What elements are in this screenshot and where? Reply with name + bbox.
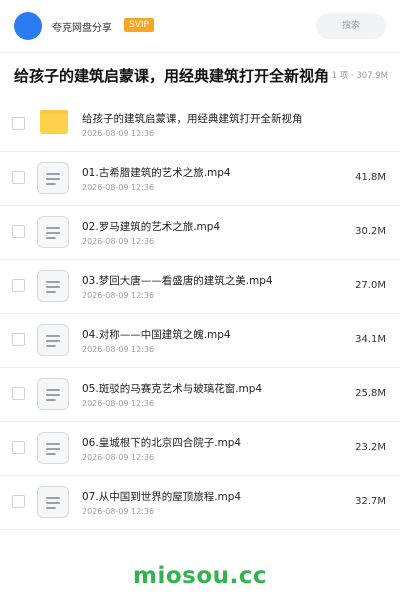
file-name: 02.罗马建筑的艺术之旅.mp4 [82, 221, 221, 233]
file-icon [37, 162, 69, 194]
row-checkbox[interactable] [12, 333, 25, 346]
username: 夸克网盘分享 [52, 23, 112, 34]
title-bar: 给孩子的建筑启蒙课，用经典建筑打开全新视角 11 项 · 307.9M [0, 52, 400, 99]
list-item[interactable]: 07.从中国到世界的屋顶旅程.mp4 2026-08-09 12:36 32.7… [0, 476, 400, 530]
file-date: 2026-08-09 12:36 [82, 237, 155, 246]
file-size: 32.7M [355, 496, 386, 507]
file-name: 04.对称——中国建筑之魄.mp4 [82, 329, 231, 341]
row-checkbox[interactable] [12, 171, 25, 184]
file-icon [37, 216, 69, 248]
file-icon [37, 486, 69, 518]
file-name: 03.梦回大唐——看盛唐的建筑之美.mp4 [82, 275, 273, 287]
file-size: 30.2M [355, 226, 386, 237]
file-size: 34.1M [355, 334, 386, 345]
file-date: 2026-08-09 12:36 [82, 183, 155, 192]
file-date: 2026-08-09 12:36 [82, 453, 155, 462]
file-name: 给孩子的建筑启蒙课，用经典建筑打开全新视角 [82, 113, 303, 125]
file-list: 给孩子的建筑启蒙课，用经典建筑打开全新视角 2026-08-09 12:36 0… [0, 98, 400, 530]
file-size: 41.8M [355, 172, 386, 183]
file-date: 2026-08-09 12:36 [82, 291, 155, 300]
item-summary: 11 项 · 307.9M [326, 71, 388, 81]
row-checkbox[interactable] [12, 117, 25, 130]
list-item[interactable]: 03.梦回大唐——看盛唐的建筑之美.mp4 2026-08-09 12:36 2… [0, 260, 400, 314]
file-size: 25.8M [355, 388, 386, 399]
file-name: 07.从中国到世界的屋顶旅程.mp4 [82, 491, 242, 503]
file-icon [37, 324, 69, 356]
file-name: 01.古希腊建筑的艺术之旅.mp4 [82, 167, 231, 179]
watermark: miosou.cc [132, 563, 268, 589]
list-item[interactable]: 给孩子的建筑启蒙课，用经典建筑打开全新视角 2026-08-09 12:36 [0, 98, 400, 152]
row-checkbox[interactable] [12, 387, 25, 400]
file-icon [37, 378, 69, 410]
file-date: 2026-08-09 12:36 [82, 129, 155, 138]
file-icon [37, 432, 69, 464]
list-item[interactable]: 06.皇城根下的北京四合院子.mp4 2026-08-09 12:36 23.2… [0, 422, 400, 476]
row-checkbox[interactable] [12, 225, 25, 238]
row-checkbox[interactable] [12, 279, 25, 292]
file-size: 27.0M [355, 280, 386, 291]
list-item[interactable]: 05.斑驳的马赛克艺术与玻璃花窗.mp4 2026-08-09 12:36 25… [0, 368, 400, 422]
search-input[interactable] [316, 13, 386, 39]
list-item[interactable]: 04.对称——中国建筑之魄.mp4 2026-08-09 12:36 34.1M [0, 314, 400, 368]
file-size: 23.2M [355, 442, 386, 453]
row-checkbox[interactable] [12, 495, 25, 508]
list-item[interactable]: 02.罗马建筑的艺术之旅.mp4 2026-08-09 12:36 30.2M [0, 206, 400, 260]
folder-icon [40, 110, 68, 134]
file-icon [37, 270, 69, 302]
vip-badge: SVIP [124, 18, 154, 32]
file-date: 2026-08-09 12:36 [82, 399, 155, 408]
file-name: 05.斑驳的马赛克艺术与玻璃花窗.mp4 [82, 383, 263, 395]
page-title: 给孩子的建筑启蒙课，用经典建筑打开全新视角 [14, 65, 332, 86]
avatar[interactable] [14, 12, 42, 40]
file-date: 2026-08-09 12:36 [82, 345, 155, 354]
row-checkbox[interactable] [12, 441, 25, 454]
file-name: 06.皇城根下的北京四合院子.mp4 [82, 437, 242, 449]
list-item[interactable]: 01.古希腊建筑的艺术之旅.mp4 2026-08-09 12:36 41.8M [0, 152, 400, 206]
top-bar: 夸克网盘分享 SVIP [0, 0, 400, 53]
file-date: 2026-08-09 12:36 [82, 507, 155, 516]
